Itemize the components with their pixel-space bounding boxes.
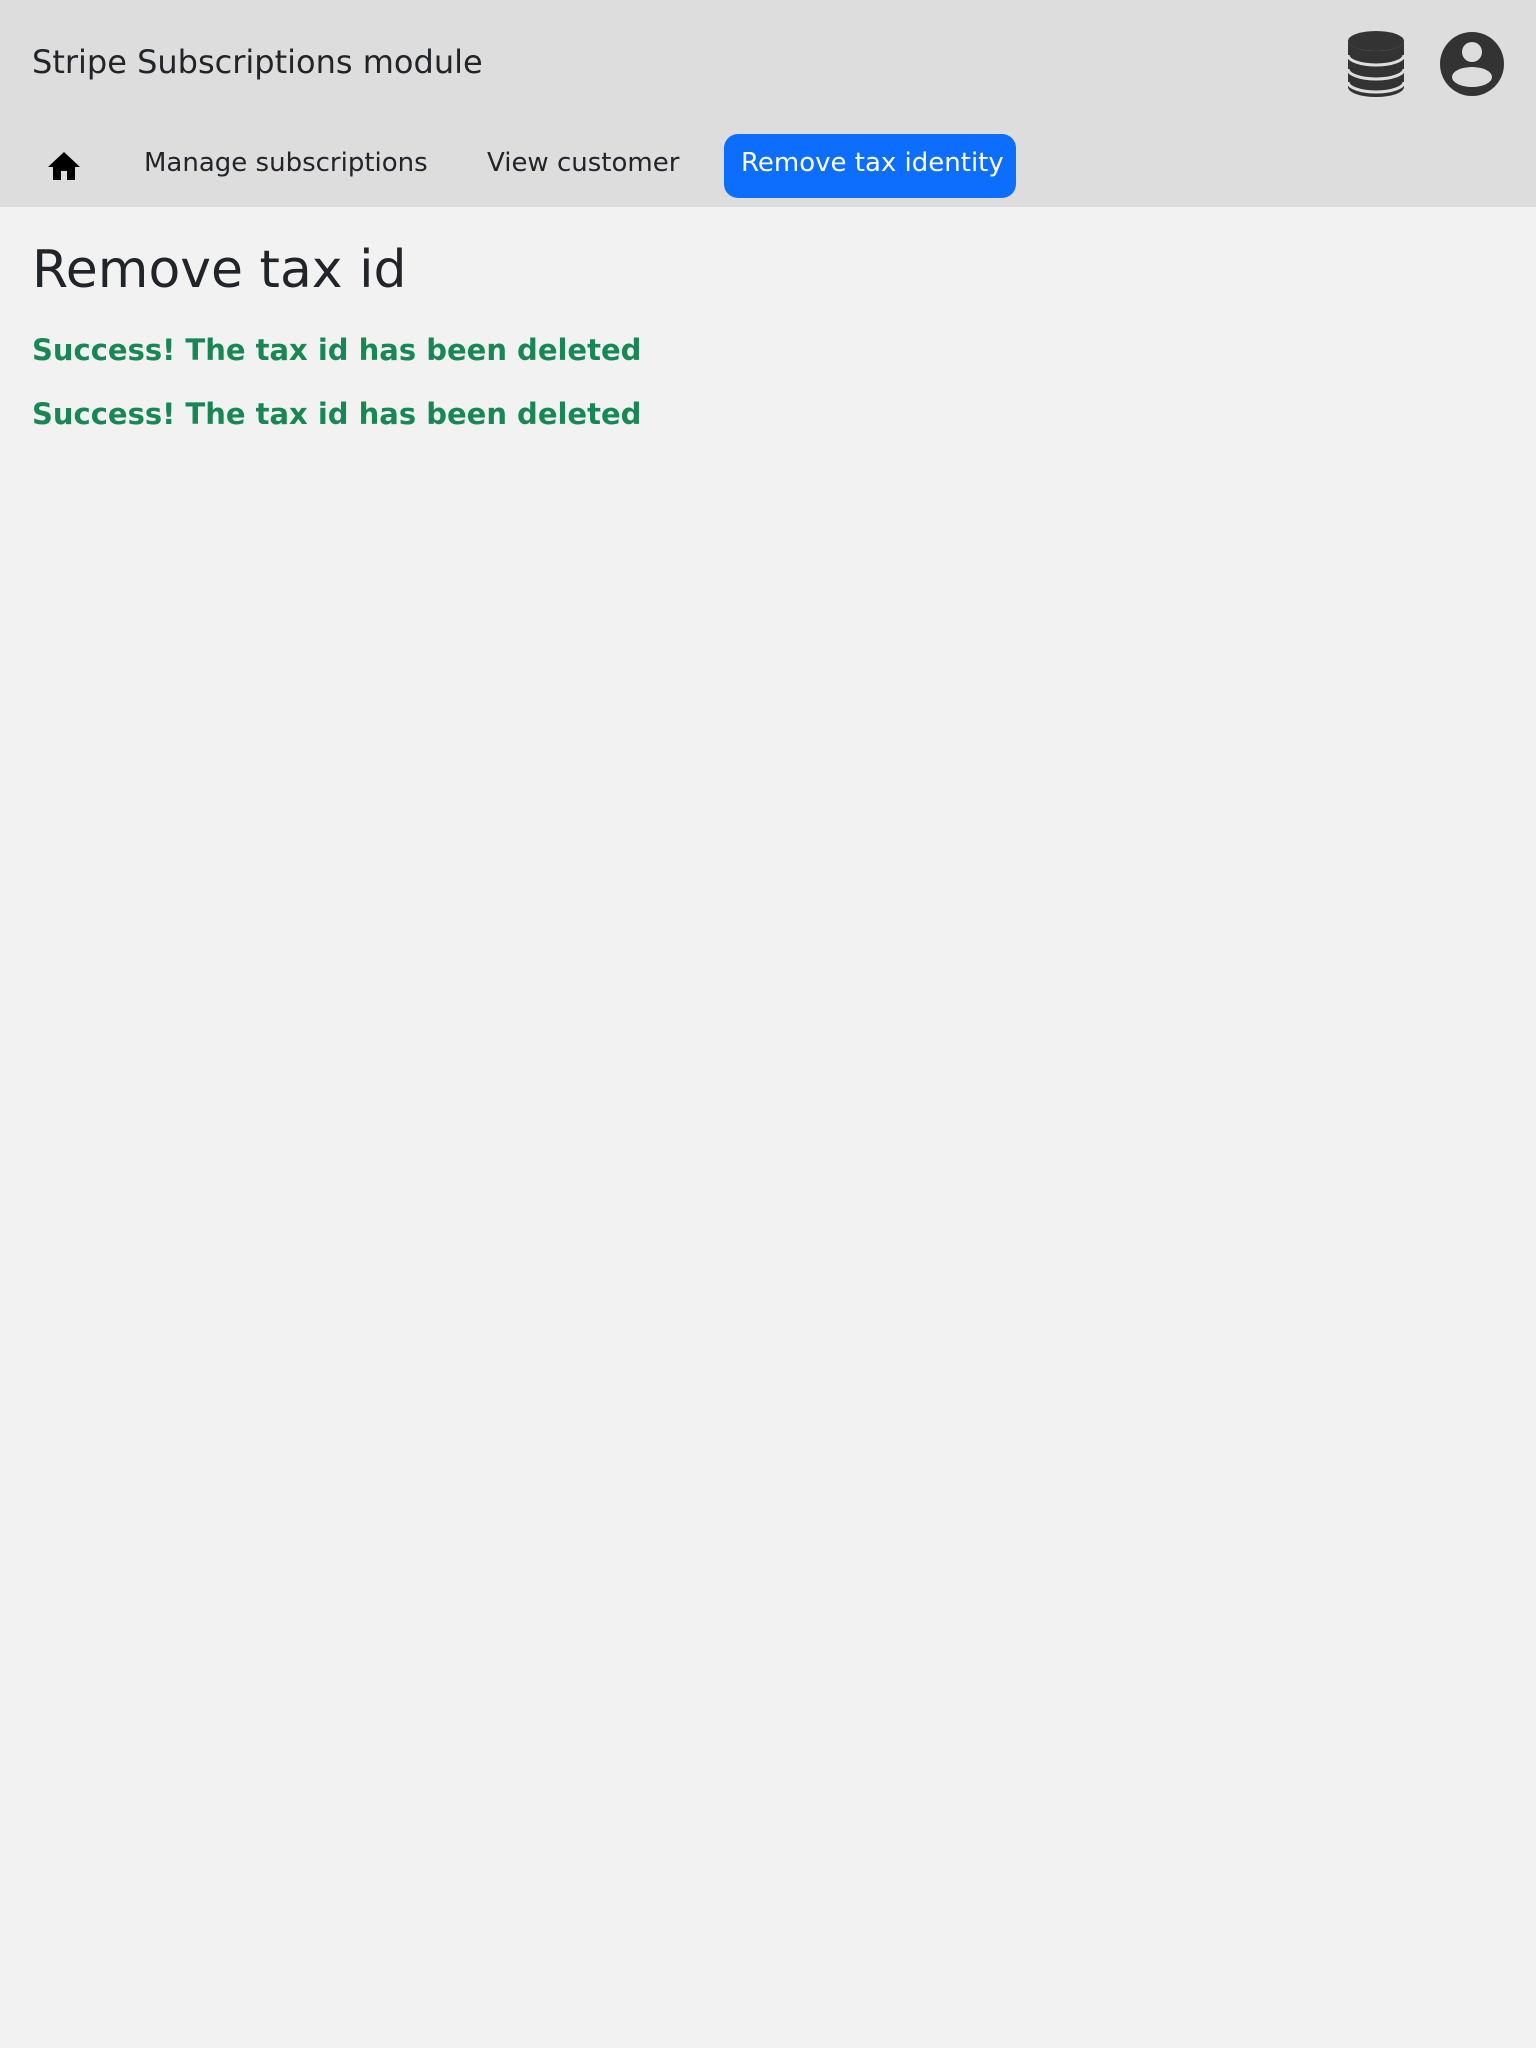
- header-bar: Stripe Subscriptions module Manage subsc…: [0, 0, 1536, 207]
- database-icon[interactable]: [1347, 31, 1405, 97]
- main-nav: Manage subscriptions View customer Remov…: [0, 134, 1536, 198]
- nav-view-customer[interactable]: View customer: [470, 134, 696, 198]
- success-message: Success! The tax id has been deleted: [32, 333, 642, 367]
- app-title: Stripe Subscriptions module: [32, 43, 483, 81]
- nav-manage-subscriptions[interactable]: Manage subscriptions: [127, 134, 445, 198]
- home-icon: [48, 152, 80, 180]
- nav-home[interactable]: [32, 134, 96, 198]
- user-circle-icon[interactable]: [1439, 31, 1505, 97]
- success-message: Success! The tax id has been deleted: [32, 397, 642, 431]
- page-title: Remove tax id: [32, 240, 407, 300]
- nav-remove-tax-identity[interactable]: Remove tax identity: [724, 134, 1016, 198]
